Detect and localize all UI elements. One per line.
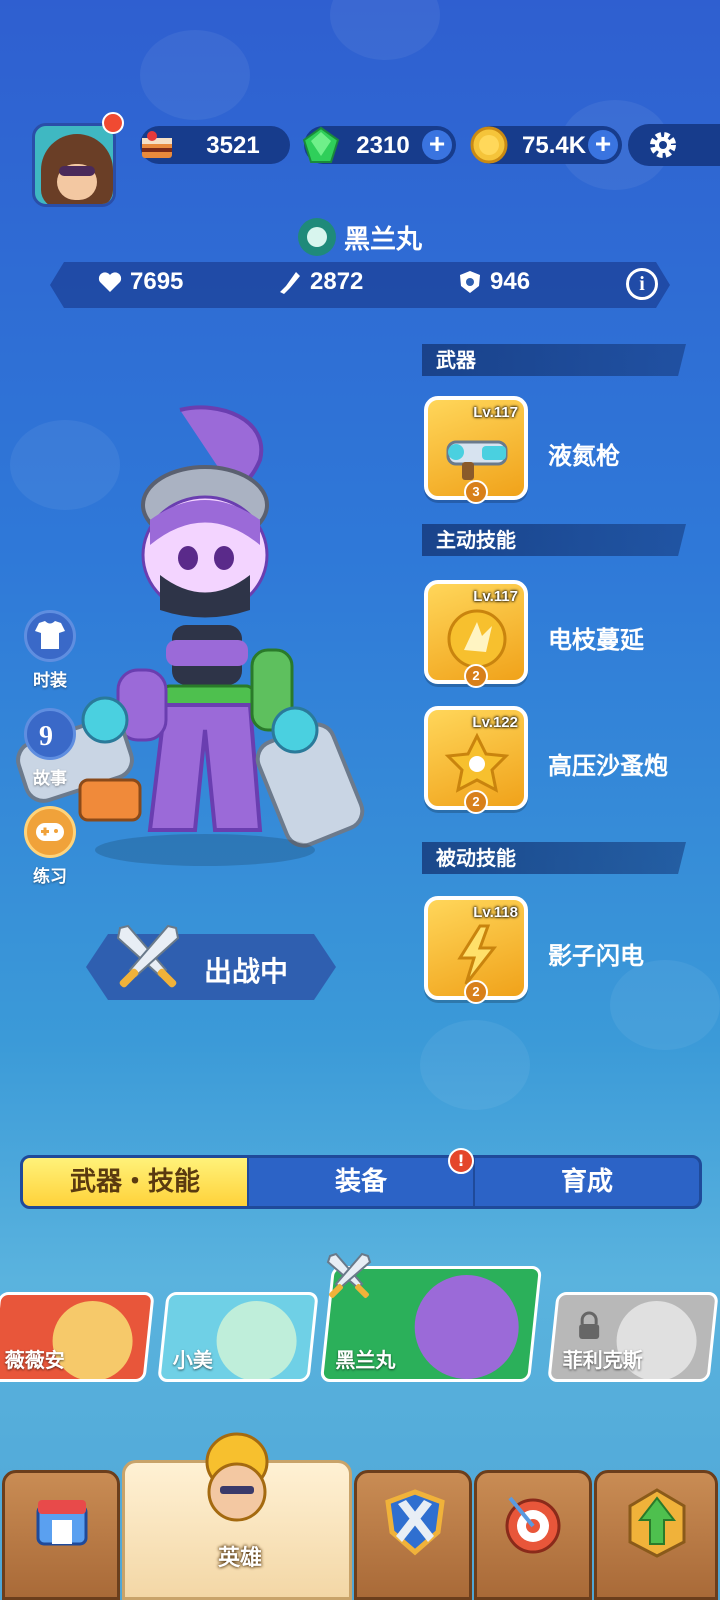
skill-star-count: 2 bbox=[464, 664, 488, 688]
story-icon: 9 bbox=[39, 721, 53, 752]
svg-text:9: 9 bbox=[39, 721, 53, 752]
hero-icon bbox=[205, 1432, 269, 1522]
info-button[interactable]: i bbox=[626, 268, 658, 300]
skill-level: Lv.117 bbox=[473, 588, 518, 605]
background-pattern bbox=[140, 30, 250, 120]
heart-icon bbox=[98, 272, 122, 292]
gamepad-icon bbox=[36, 823, 64, 841]
hero-card-name: 薇薇安 bbox=[4, 1348, 65, 1372]
weapon-section-header: 武器 bbox=[422, 344, 686, 376]
skill-card-passive-1[interactable]: Lv.118 2 bbox=[424, 896, 528, 1004]
hero-card-felix[interactable]: 菲利克斯 bbox=[547, 1292, 719, 1382]
side-button-practice[interactable]: 练习 bbox=[24, 806, 76, 887]
shadow-lightning-icon bbox=[457, 924, 498, 985]
side-button-label: 练习 bbox=[33, 867, 67, 887]
attack-value: 2872 bbox=[310, 268, 364, 295]
coin-icon bbox=[470, 126, 508, 164]
gem-count: 2310 bbox=[356, 132, 410, 159]
active-skills-section-header: 主动技能 bbox=[422, 524, 686, 556]
attack-icon bbox=[280, 272, 300, 294]
gem-icon bbox=[302, 126, 340, 163]
tab-weapon-skills[interactable]: 武器・技能 bbox=[23, 1158, 249, 1206]
passive-skills-section-header: 被动技能 bbox=[422, 842, 686, 874]
crossed-swords-icon bbox=[116, 924, 180, 988]
notification-dot bbox=[102, 112, 124, 134]
buy-gems-button[interactable]: + bbox=[422, 130, 452, 160]
lock-icon bbox=[579, 1311, 600, 1339]
hero-card-vivian[interactable]: 薇薇安 bbox=[0, 1292, 155, 1382]
skill-star-count: 2 bbox=[464, 980, 488, 1004]
hero-card-xiaomei[interactable]: 小美 bbox=[157, 1292, 319, 1382]
cake-icon bbox=[142, 131, 172, 158]
skill-card-active-1[interactable]: Lv.117 2 bbox=[424, 580, 528, 688]
battle-shield-icon bbox=[385, 1489, 445, 1556]
skill-card-active-2[interactable]: Lv.122 2 bbox=[424, 706, 528, 814]
hero-class-icon bbox=[297, 218, 336, 256]
hero-title: 黑兰丸 bbox=[0, 218, 720, 260]
background-pattern bbox=[610, 960, 720, 1050]
coin-resource: 75.4K + bbox=[470, 126, 622, 164]
tab-growth[interactable]: 育成 bbox=[475, 1158, 699, 1206]
cake-resource: 3521 bbox=[140, 126, 290, 164]
hero-portrait bbox=[216, 1301, 297, 1381]
skill-name: 影子闪电 bbox=[548, 942, 644, 970]
freeze-gun-icon bbox=[446, 440, 508, 480]
skill-star-count: 2 bbox=[464, 790, 488, 814]
shop-icon bbox=[36, 1500, 88, 1546]
hero-card-name: 小美 bbox=[172, 1348, 213, 1372]
tab-equipment[interactable]: 装备 bbox=[249, 1158, 475, 1206]
skill-card-weapon[interactable]: Lv.117 3 bbox=[424, 396, 528, 504]
flea-cannon-icon bbox=[444, 732, 510, 793]
shirt-icon bbox=[35, 621, 65, 649]
attack-stat: 2872 bbox=[276, 268, 363, 296]
battle-status-label: 出战中 bbox=[204, 955, 289, 988]
coin-count: 75.4K bbox=[522, 132, 587, 159]
skill-level: Lv.117 bbox=[473, 404, 518, 421]
background-pattern bbox=[330, 0, 440, 60]
lightning-burst-icon bbox=[447, 609, 507, 669]
health-value: 7695 bbox=[130, 268, 184, 295]
side-button-story[interactable]: 9 故事 bbox=[24, 708, 76, 789]
skill-name: 高压沙蚤炮 bbox=[548, 752, 668, 780]
skill-name: 电枝蔓延 bbox=[548, 626, 644, 654]
side-button-costume[interactable]: 时装 bbox=[24, 610, 76, 691]
defense-value: 946 bbox=[490, 268, 531, 295]
skill-name: 液氮枪 bbox=[548, 442, 620, 470]
buy-coins-button[interactable]: + bbox=[588, 130, 618, 160]
nav-label-hero: 英雄 bbox=[218, 1546, 263, 1571]
skill-level: Lv.122 bbox=[472, 714, 518, 731]
settings-button[interactable] bbox=[628, 124, 720, 166]
background-pattern bbox=[420, 1020, 530, 1110]
crossed-swords-icon bbox=[326, 1252, 372, 1298]
player-avatar[interactable] bbox=[32, 123, 116, 207]
equipment-alert-badge: ! bbox=[448, 1148, 474, 1174]
target-icon bbox=[505, 1496, 561, 1554]
hero-card-name: 菲利克斯 bbox=[562, 1348, 643, 1372]
upgrade-arrow-icon bbox=[628, 1488, 686, 1558]
hero-card-name: 黑兰丸 bbox=[335, 1348, 396, 1372]
shield-icon bbox=[460, 271, 480, 293]
skill-star-count: 3 bbox=[464, 480, 488, 504]
hero-detail-tabs: 武器・技能 装备 育成 bbox=[20, 1155, 702, 1209]
health-stat: 7695 bbox=[96, 268, 183, 296]
side-button-label: 时装 bbox=[33, 671, 67, 691]
skill-level: Lv.118 bbox=[473, 904, 518, 921]
gear-icon bbox=[650, 132, 676, 158]
side-button-label: 故事 bbox=[33, 769, 67, 789]
hero-portrait bbox=[414, 1275, 519, 1379]
cake-count: 3521 bbox=[206, 132, 260, 159]
defense-stat: 946 bbox=[456, 268, 530, 296]
hero-name: 黑兰丸 bbox=[343, 224, 422, 255]
gem-resource: 2310 + bbox=[302, 126, 456, 164]
